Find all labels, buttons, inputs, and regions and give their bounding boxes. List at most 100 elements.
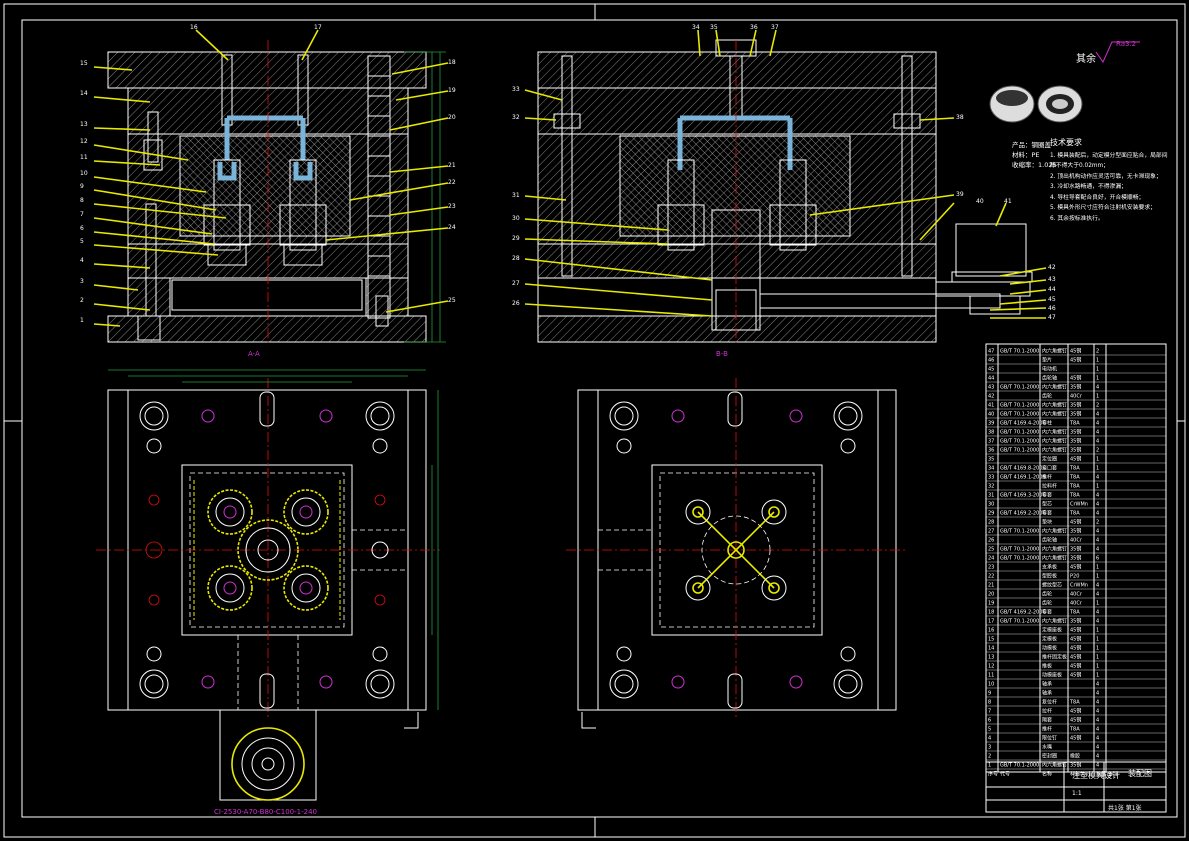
bom-cell: 45钢 <box>1070 645 1081 652</box>
bom-cell: CrWMn <box>1070 583 1088 589</box>
bom-cell: T8A <box>1069 484 1080 490</box>
part-label: 33 <box>512 86 520 93</box>
bom-cell: T8A <box>1069 466 1080 472</box>
bom-cell: 4 <box>1096 691 1099 697</box>
bom-cell: 导柱 <box>1042 420 1052 427</box>
mold-base-spec: CI-2530-A70-B80-C100-1-240 <box>214 808 317 816</box>
bom-cell: 1 <box>1096 628 1099 634</box>
bom-cell: 导套 <box>1042 510 1052 517</box>
bom-cell: 动模板 <box>1042 645 1057 652</box>
bom-cell: P20 <box>1070 574 1079 580</box>
section-b-caption: B-B <box>716 350 728 358</box>
drawing-sheet: 共1张 第1张 <box>1108 805 1142 812</box>
bom-cell: 内六角螺钉 <box>1042 447 1067 454</box>
bom-cell: GB/T 70.1-2000 <box>1000 556 1039 562</box>
bom-cell: 齿轮轴 <box>1042 537 1057 544</box>
bom-cell: 45钢 <box>1070 717 1081 724</box>
bom-cell: 导套 <box>1042 492 1052 499</box>
bom-cell: 齿轮 <box>1042 591 1052 598</box>
bom-cell: 内六角螺钉 <box>1042 438 1067 445</box>
part-label: 20 <box>448 114 456 121</box>
bom-cell: 内六角螺钉 <box>1042 402 1067 409</box>
bom-cell: 内六角螺钉 <box>1042 618 1067 625</box>
bom-cell: 4 <box>1096 547 1099 553</box>
bom-cell: 4 <box>1096 763 1099 769</box>
part-label: 46 <box>1048 305 1056 312</box>
bom-cell: 4 <box>1096 700 1099 706</box>
bom-cell: 45钢 <box>1070 627 1081 634</box>
bom-cell: 40Cr <box>1070 538 1083 544</box>
bom-header-cell: 代号 <box>1000 771 1010 778</box>
bom-cell: 推板 <box>1042 663 1052 670</box>
bom-cell: GB/T 4169.2-2006 <box>1000 511 1046 517</box>
bom-header-cell: 名称 <box>1042 771 1052 778</box>
bom-cell: 29 <box>988 511 994 517</box>
tech-req-3: 3. 冷却水路畅通，不得渗漏； <box>1050 184 1127 190</box>
bom-cell: 31 <box>988 493 994 499</box>
bom-cell: 2 <box>1096 349 1099 355</box>
bom-cell: 垫片 <box>1042 357 1052 364</box>
bom-cell: 复位杆 <box>1042 699 1057 706</box>
bom-cell: 1 <box>1096 457 1099 463</box>
bom-cell: 拉杆 <box>1042 708 1052 715</box>
bom-cell: 21 <box>988 583 994 589</box>
bom-header-cell: 序号 <box>988 771 998 778</box>
bom-cell: 1 <box>1096 376 1099 382</box>
bom-cell: 动模座板 <box>1042 672 1062 679</box>
bom-cell: 1 <box>1096 664 1099 670</box>
bom-cell: 35钢 <box>1070 429 1081 436</box>
part-label: 45 <box>1048 296 1056 303</box>
bom-cell: 1 <box>1096 601 1099 607</box>
tech-req-1: 1. 模具装配后，动定模分型面应贴合，局部间隙不得大于0.02mm； <box>1050 152 1168 170</box>
part-label: 37 <box>771 24 779 31</box>
cad-drawing: A-A B-B CI-2530-A70-B80-C100-1-240 47 GB… <box>3 3 1186 838</box>
bom-cell: 1 <box>1096 394 1099 400</box>
bom-cell: 拉料杆 <box>1042 483 1057 490</box>
bom-cell: 3 <box>988 745 991 751</box>
bom-cell: 45钢 <box>1070 519 1081 526</box>
bom-cell: 45钢 <box>1070 654 1081 661</box>
bom-cell: 45钢 <box>1070 456 1081 463</box>
bom-cell: 40Cr <box>1070 394 1083 400</box>
bom-cell: 螺纹型芯 <box>1042 582 1062 589</box>
bom-cell: GB/T 70.1-2000 <box>1000 349 1039 355</box>
bom-cell: 35钢 <box>1070 528 1081 535</box>
bom-cell: 密封圈 <box>1042 753 1057 760</box>
bom-cell: 35钢 <box>1070 402 1081 409</box>
bom-cell: 1 <box>1096 646 1099 652</box>
bom-cell: 23 <box>988 565 994 571</box>
bom-cell: 4 <box>1096 511 1099 517</box>
bom-cell: 40Cr <box>1070 592 1083 598</box>
bom-cell: 隔套 <box>1042 717 1052 724</box>
bom-cell: 1 <box>1096 367 1099 373</box>
bom-cell: 4 <box>1096 592 1099 598</box>
surface-finish-label: 其余 <box>1076 54 1096 65</box>
tech-requirements-title: 技术要求 <box>1050 138 1082 147</box>
plan-view-moving: CI-2530-A70-B80-C100-1-240 <box>96 369 440 816</box>
bom-cell: 45钢 <box>1070 348 1081 355</box>
bom-cell: 1 <box>1096 673 1099 679</box>
part-label: 39 <box>956 191 964 198</box>
part-label: 19 <box>448 87 456 94</box>
bom-cell: 2 <box>988 754 991 760</box>
bom-cell: GB/T 4169.3-2006 <box>1000 493 1046 499</box>
bom-cell: 39 <box>988 421 994 427</box>
part-label: 18 <box>448 59 456 66</box>
bom-cell: GB/T 4169.1-2006 <box>1000 475 1046 481</box>
bom-cell: 4 <box>1096 421 1099 427</box>
part-label: 36 <box>750 24 758 31</box>
bom-cell: 内六角螺钉 <box>1042 384 1067 391</box>
bom-cell: 45钢 <box>1070 735 1081 742</box>
bom-cell: 45钢 <box>1070 375 1081 382</box>
bom-cell: 4 <box>1096 439 1099 445</box>
bom-cell: 35钢 <box>1070 438 1081 445</box>
bom-cell: GB/T 70.1-2000 <box>1000 448 1039 454</box>
bom-cell: 40Cr <box>1070 601 1083 607</box>
bom-rows: 47 GB/T 70.1-2000 内六角螺钉 45钢 246 垫片 45钢 145 电动机 14… <box>986 348 1166 778</box>
tech-req-2: 2. 顶出机构动作应灵活可靠，无卡滞现象； <box>1050 173 1162 180</box>
bom-cell: 内六角螺钉 <box>1042 411 1067 418</box>
bom-cell: 垫块 <box>1042 519 1052 526</box>
bom-cell: 45钢 <box>1070 357 1081 364</box>
drawing-scale: 1:1 <box>1072 790 1082 797</box>
bom-cell: 4 <box>1096 493 1099 499</box>
